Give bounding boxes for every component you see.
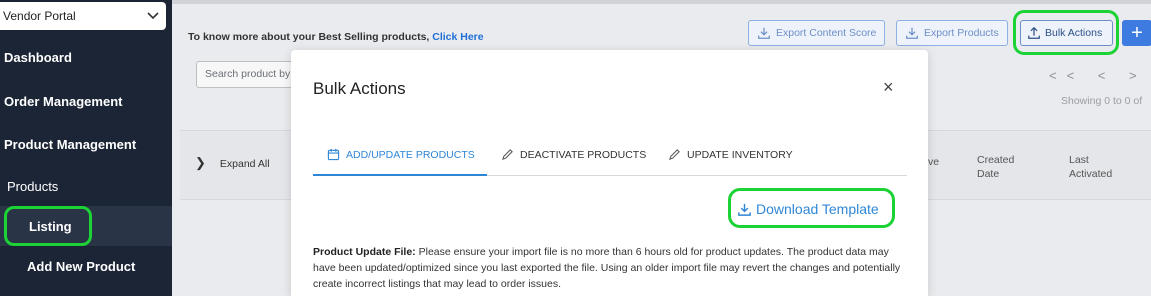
active-tab-indicator <box>313 174 487 176</box>
sidebar-item-order-management[interactable]: Order Management <box>4 94 122 109</box>
tab-update-inventory[interactable]: UPDATE INVENTORY <box>668 148 793 161</box>
promo-label: To know more about your Best Selling pro… <box>188 31 430 43</box>
vendor-select-label: Vendor Portal <box>3 9 76 23</box>
export-content-score-label: Export Content Score <box>776 27 877 39</box>
download-icon <box>738 203 751 216</box>
download-icon <box>906 27 918 39</box>
expand-all-toggle[interactable]: ❯ Expand All <box>195 155 270 171</box>
sidebar-item-add-new-product[interactable]: Add New Product <box>27 259 135 274</box>
tab-add-update-products[interactable]: ADD/UPDATE PRODUCTS <box>327 148 475 161</box>
export-products-label: Export Products <box>924 27 999 39</box>
sidebar-item-product-management[interactable]: Product Management <box>4 137 136 152</box>
chevron-right-icon: ❯ <box>195 155 206 170</box>
tab-add-update-products-label: ADD/UPDATE PRODUCTS <box>346 148 475 161</box>
tab-deactivate-products[interactable]: DEACTIVATE PRODUCTS <box>501 148 646 161</box>
add-product-button[interactable]: + <box>1122 20 1151 46</box>
bulk-actions-modal: Bulk Actions × ADD/UPDATE PRODUCTS DEACT… <box>291 50 928 296</box>
sidebar-item-listing-label: Listing <box>29 218 72 234</box>
close-icon[interactable]: × <box>883 77 894 98</box>
promo-text: To know more about your Best Selling pro… <box>188 31 484 43</box>
expand-all-label: Expand All <box>219 158 270 170</box>
click-here-link[interactable]: Click Here <box>432 31 483 43</box>
tab-deactivate-products-label: DEACTIVATE PRODUCTS <box>520 148 647 161</box>
column-header-created-date[interactable]: Created Date <box>977 153 1027 181</box>
pencil-icon <box>669 149 680 160</box>
download-icon <box>758 27 770 39</box>
column-header-last-activated[interactable]: Last Activated <box>1069 153 1125 181</box>
bulk-actions-label: Bulk Actions <box>1045 27 1103 39</box>
search-input[interactable]: Search product by <box>196 61 306 88</box>
export-content-score-button[interactable]: Export Content Score <box>748 20 886 46</box>
calendar-icon <box>327 148 340 161</box>
column-header-partial: ve <box>928 156 940 168</box>
download-template-label: Download Template <box>756 201 879 217</box>
pagination-controls[interactable]: << < > > <box>1049 68 1151 83</box>
sidebar-item-products[interactable]: Products <box>7 179 58 194</box>
vendor-select[interactable]: Vendor Portal <box>0 2 166 30</box>
top-bar <box>172 0 1151 4</box>
pagination-status: Showing 0 to 0 of <box>1061 95 1143 107</box>
pencil-icon <box>502 149 513 160</box>
description-label: Product Update File: <box>313 246 416 258</box>
product-update-description: Product Update File: Please ensure your … <box>313 244 903 292</box>
export-products-button[interactable]: Export Products <box>896 20 1008 46</box>
download-template-link[interactable]: Download Template <box>737 201 879 217</box>
bulk-actions-button[interactable]: Bulk Actions <box>1020 20 1113 46</box>
sidebar-item-dashboard[interactable]: Dashboard <box>4 50 72 65</box>
modal-tabs: ADD/UPDATE PRODUCTS DEACTIVATE PRODUCTS … <box>313 138 907 176</box>
modal-title: Bulk Actions <box>313 79 406 98</box>
upload-icon <box>1028 26 1040 39</box>
chevron-down-icon <box>147 12 159 20</box>
sidebar-item-listing[interactable]: Listing <box>4 206 92 246</box>
tab-update-inventory-label: UPDATE INVENTORY <box>687 148 793 161</box>
